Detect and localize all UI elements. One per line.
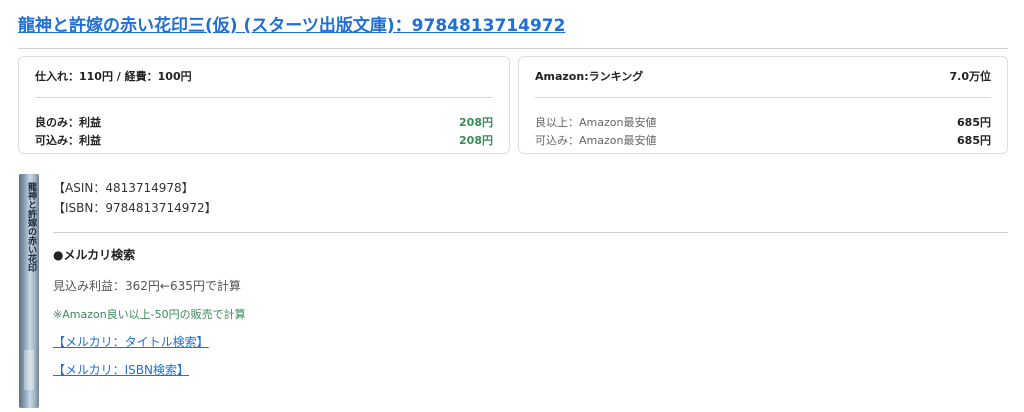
- book-spine-title: 龍神と許嫁の赤い花印: [26, 182, 36, 272]
- amazon-ranking-card: Amazon:ランキング 7.0万位 良以上：Amazon最安値 685円 可込…: [518, 56, 1008, 154]
- calculation-note: ※Amazon良い以上-50円の販売で計算: [53, 308, 246, 321]
- product-title-link[interactable]: 龍神と許嫁の赤い花印三(仮) (スターツ出版文庫)：9784813714972: [18, 11, 565, 36]
- price-value: 685円: [957, 134, 991, 147]
- identifier-block: 【ASIN：4813714978】 【ISBN：9784813714972】: [53, 178, 217, 218]
- cost-profit-card: 仕入れ：110円 / 経費：100円 良のみ：利益 208円 可込み：利益 20…: [18, 56, 510, 154]
- ranking-header: Amazon:ランキング 7.0万位: [535, 68, 991, 84]
- asin-text: 【ASIN：4813714978】: [53, 181, 194, 195]
- profit-value: 208円: [459, 116, 493, 129]
- profit-value: 208円: [459, 134, 493, 147]
- mercari-title-search-link[interactable]: 【メルカリ：タイトル検索】: [53, 333, 209, 350]
- profit-row-acceptable: 可込み：利益 208円: [35, 132, 493, 148]
- publisher-mark: [24, 350, 34, 390]
- lowest-price-row-acceptable: 可込み：Amazon最安値 685円: [535, 132, 991, 148]
- profit-row-good: 良のみ：利益 208円: [35, 114, 493, 130]
- ranking-value: 7.0万位: [949, 70, 992, 83]
- card-divider: [535, 97, 991, 98]
- expected-profit-text: 見込み利益：362円←635円で計算: [53, 279, 241, 293]
- lowest-price-row-good: 良以上：Amazon最安値 685円: [535, 114, 991, 130]
- profit-label: 良のみ：利益: [35, 116, 101, 129]
- price-label: 良以上：Amazon最安値: [535, 116, 657, 129]
- mercari-search-heading: ●メルカリ検索: [53, 248, 136, 262]
- cost-header-text: 仕入れ：110円 / 経費：100円: [35, 70, 192, 83]
- price-label: 可込み：Amazon最安値: [535, 134, 657, 147]
- book-cover-image: 龍神と許嫁の赤い花印: [19, 174, 39, 408]
- profit-label: 可込み：利益: [35, 134, 101, 147]
- divider: [18, 48, 1008, 49]
- divider: [53, 232, 1008, 233]
- price-value: 685円: [957, 116, 991, 129]
- mercari-isbn-search-link[interactable]: 【メルカリ：ISBN検索】: [53, 361, 189, 378]
- ranking-label: Amazon:ランキング: [535, 70, 644, 83]
- isbn-text: 【ISBN：9784813714972】: [53, 201, 217, 215]
- card-divider: [35, 97, 493, 98]
- cost-header: 仕入れ：110円 / 経費：100円: [35, 68, 493, 84]
